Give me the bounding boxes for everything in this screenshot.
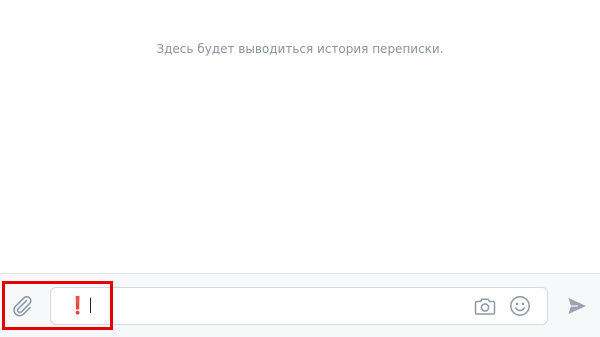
smile-icon[interactable] <box>509 295 531 317</box>
text-cursor <box>90 298 92 313</box>
chat-history: Здесь будет выводиться история переписки… <box>0 0 600 273</box>
paperclip-icon[interactable] <box>10 294 34 318</box>
message-text[interactable]: ❗ <box>67 296 92 316</box>
send-icon[interactable] <box>566 295 588 317</box>
exclamation-emoji: ❗ <box>67 296 89 316</box>
message-input[interactable]: ❗ <box>50 287 548 325</box>
camera-icon[interactable] <box>474 296 496 316</box>
message-composer: ❗ <box>0 273 600 337</box>
empty-history-text: Здесь будет выводиться история переписки… <box>156 42 444 56</box>
